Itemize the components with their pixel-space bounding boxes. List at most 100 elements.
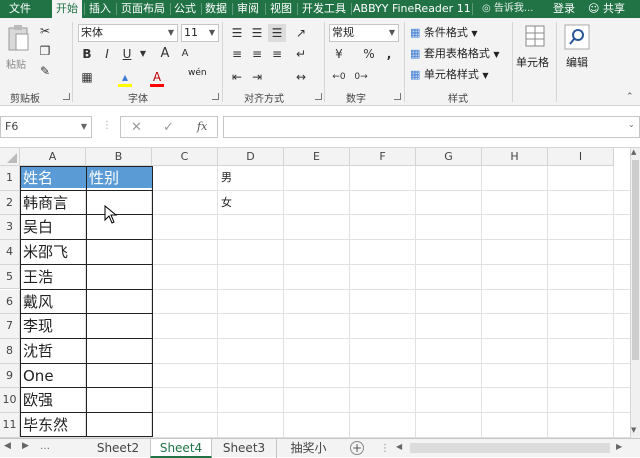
column-header-f[interactable]: F <box>350 148 416 166</box>
tab-developer[interactable]: 开发工具 <box>299 0 349 18</box>
expand-formula-icon[interactable]: ⌄ <box>628 120 635 129</box>
insert-function-button[interactable]: fx <box>197 120 207 133</box>
currency-icon[interactable]: ¥ <box>330 45 348 63</box>
cell-a1[interactable]: 姓名 <box>20 166 86 191</box>
cut-icon[interactable]: ✂ <box>36 22 54 40</box>
tab-abbyy[interactable]: ABBYY FineReader 11 <box>353 0 471 18</box>
scroll-right-icon[interactable]: ▶ <box>616 442 622 451</box>
row-header-3[interactable]: 3 <box>0 215 20 241</box>
worksheet-grid[interactable]: ABCDEFGHI 1 2 3 4 5 6 7 8 9 10 11 姓名 性别 韩商言 吴白 米邵飞 王浩 戴风… <box>0 148 630 438</box>
cell-a9[interactable]: One <box>20 364 86 389</box>
more-sheets-icon[interactable]: … <box>40 441 50 452</box>
scroll-left-icon[interactable]: ◀ <box>396 442 402 451</box>
row-header-5[interactable]: 5 <box>0 264 20 290</box>
column-header-g[interactable]: G <box>416 148 482 166</box>
wrap-text-icon[interactable]: ↵ <box>292 45 310 63</box>
tab-formulas[interactable]: 公式 <box>172 0 198 18</box>
merge-cells-icon[interactable]: ↔ <box>292 68 310 86</box>
formula-input[interactable] <box>223 116 640 138</box>
comma-button[interactable]: , <box>380 45 398 63</box>
cell-a4[interactable]: 米邵飞 <box>20 240 86 265</box>
editing-button[interactable] <box>562 24 592 50</box>
conditional-formatting-button[interactable]: ▦ 条件格式 ▼ <box>410 24 478 42</box>
font-launcher-icon[interactable] <box>212 93 219 100</box>
cell-styles-button[interactable]: ▦ 单元格样式 ▼ <box>410 66 489 84</box>
cancel-icon[interactable]: ✕ <box>131 120 142 135</box>
align-left-icon[interactable]: ≡ <box>228 45 246 63</box>
tab-view[interactable]: 视图 <box>267 0 295 18</box>
column-header-i[interactable]: I <box>548 148 614 166</box>
collapse-ribbon-icon[interactable]: ⌃ <box>626 92 634 102</box>
cell-d2[interactable]: 女 <box>218 191 284 216</box>
share-button[interactable]: ☺ 共享 <box>588 0 625 18</box>
border-icon[interactable]: ▦ <box>78 68 96 86</box>
sheet-tab-lottery[interactable]: 抽奖小 <box>276 439 340 458</box>
cell-a3[interactable]: 吴白 <box>20 215 86 240</box>
column-header-e[interactable]: E <box>284 148 350 166</box>
increase-indent-icon[interactable]: ⇥ <box>248 68 266 86</box>
grow-font-button[interactable]: A <box>156 45 174 63</box>
format-as-table-button[interactable]: ▦ 套用表格格式 ▼ <box>410 45 500 63</box>
tab-page-layout[interactable]: 页面布局 <box>118 0 168 18</box>
orientation-icon[interactable]: ↗ <box>292 24 310 42</box>
shrink-font-button[interactable]: A <box>176 45 194 63</box>
decrease-indent-icon[interactable]: ⇤ <box>228 68 246 86</box>
column-header-h[interactable]: H <box>482 148 548 166</box>
prev-sheet-icon[interactable]: ◀ <box>4 441 11 451</box>
next-sheet-icon[interactable]: ▶ <box>22 441 29 451</box>
vertical-scrollbar[interactable]: ▲ ▼ <box>630 148 640 438</box>
cell-d1[interactable]: 男 <box>218 166 284 191</box>
column-header-b[interactable]: B <box>86 148 152 166</box>
align-top-icon[interactable]: ☰ <box>228 24 246 42</box>
clipboard-launcher-icon[interactable] <box>63 93 70 100</box>
cells-button[interactable] <box>520 24 550 50</box>
row-header-6[interactable]: 6 <box>0 289 20 315</box>
paste-button[interactable] <box>6 24 32 56</box>
cell-a7[interactable]: 李现 <box>20 314 86 339</box>
bold-button[interactable]: B <box>78 45 96 63</box>
cell-a11[interactable]: 毕东然 <box>20 413 86 438</box>
scroll-up-icon[interactable]: ▲ <box>631 148 636 156</box>
horizontal-scrollbar[interactable] <box>410 443 610 453</box>
row-header-7[interactable]: 7 <box>0 314 20 339</box>
percent-button[interactable]: % <box>360 45 378 63</box>
name-box[interactable]: F6 ▼ <box>0 116 92 138</box>
font-size-select[interactable]: 11 ▼ <box>181 24 219 42</box>
align-center-icon[interactable]: ≡ <box>248 45 266 63</box>
sign-in-link[interactable]: 登录 <box>548 0 580 18</box>
cell-a6[interactable]: 戴风 <box>20 290 86 315</box>
scroll-down-icon[interactable]: ▼ <box>631 426 636 434</box>
enter-icon[interactable]: ✓ <box>163 120 174 135</box>
column-header-d[interactable]: D <box>218 148 284 166</box>
tab-review[interactable]: 审阅 <box>234 0 262 18</box>
row-header-2[interactable]: 2 <box>0 190 20 216</box>
row-header-9[interactable]: 9 <box>0 363 20 389</box>
number-launcher-icon[interactable] <box>394 93 401 100</box>
column-header-c[interactable]: C <box>152 148 218 166</box>
cell-a8[interactable]: 沈哲 <box>20 339 86 364</box>
copy-icon[interactable]: ❐ <box>36 42 54 60</box>
row-header-4[interactable]: 4 <box>0 240 20 265</box>
tab-insert[interactable]: 插入 <box>86 0 114 18</box>
cell-b1[interactable]: 性别 <box>86 166 152 191</box>
tab-file[interactable]: 文件 <box>0 0 40 18</box>
chevron-down-icon[interactable]: ▼ <box>134 45 152 63</box>
align-bottom-icon[interactable]: ☰ <box>268 24 286 42</box>
tab-data[interactable]: 数据 <box>203 0 229 18</box>
column-header-a[interactable]: A <box>20 148 86 166</box>
sheet-tab-sheet2[interactable]: Sheet2 <box>86 439 150 458</box>
row-header-10[interactable]: 10 <box>0 388 20 413</box>
cell-a2[interactable]: 韩商言 <box>20 191 86 216</box>
alignment-launcher-icon[interactable] <box>315 93 322 100</box>
increase-decimal-icon[interactable]: ←0 <box>330 68 348 86</box>
tell-me-box[interactable]: ◎ 告诉我... <box>482 0 533 18</box>
add-sheet-icon[interactable]: + <box>350 441 364 455</box>
font-name-select[interactable]: 宋体 ▼ <box>78 24 178 42</box>
cell-a5[interactable]: 王浩 <box>20 265 86 290</box>
align-right-icon[interactable]: ≡ <box>268 45 286 63</box>
select-all-corner[interactable] <box>0 148 20 166</box>
format-painter-icon[interactable]: ✎ <box>36 62 54 80</box>
sheet-tab-sheet4[interactable]: Sheet4 <box>150 439 212 458</box>
phonetic-button[interactable]: wén <box>188 68 207 78</box>
scroll-thumb[interactable] <box>632 160 639 360</box>
